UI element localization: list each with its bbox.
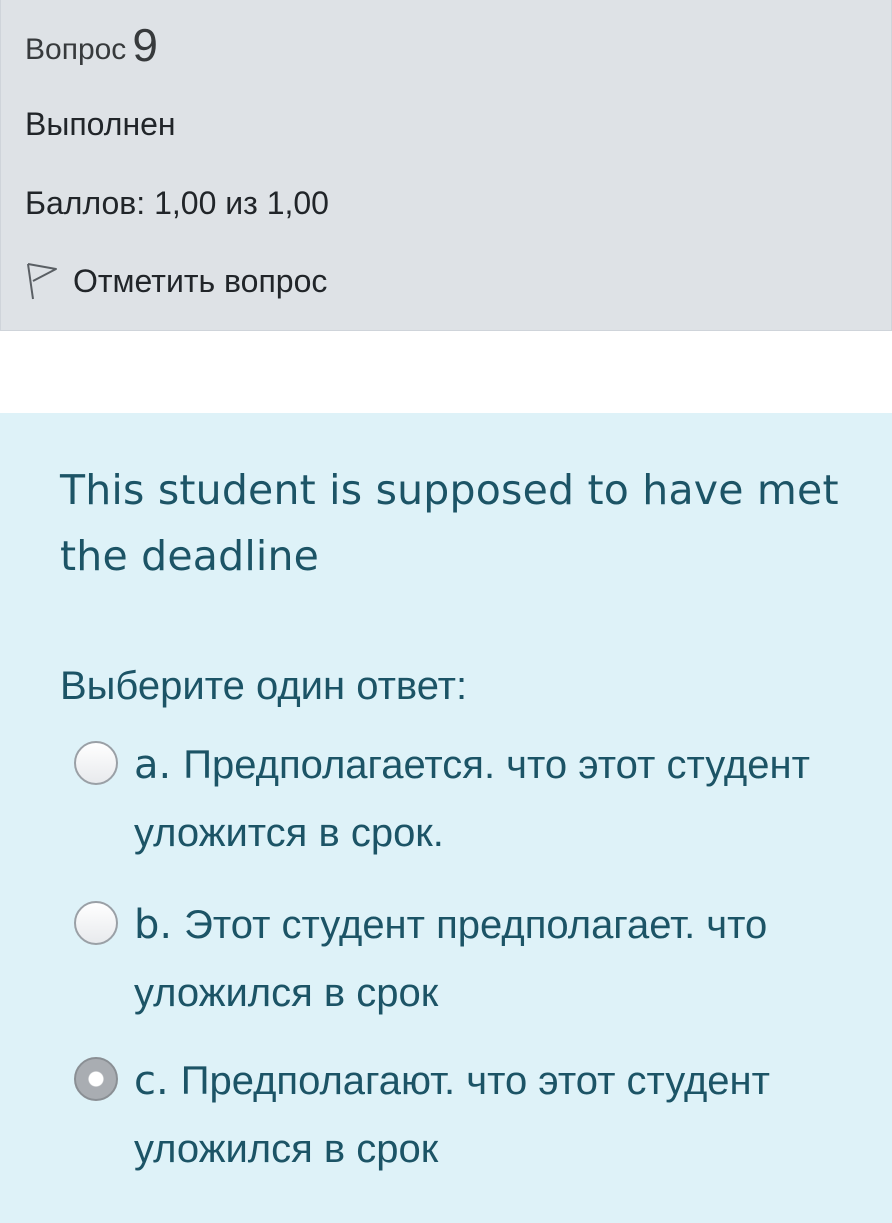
answer-label-c: c. Предполагают. что этот студент уложилс… <box>134 1047 834 1183</box>
answer-label-a: a. Предполагается. что этот студент уложи… <box>134 731 834 867</box>
question-text: This student is supposed to have met the… <box>60 466 839 580</box>
flag-question-link[interactable]: Отметить вопрос <box>25 258 327 304</box>
radio-unchecked-icon[interactable] <box>74 741 118 785</box>
question-heading: Вопрос 9 <box>25 20 158 75</box>
answer-prompt: Выберите один ответ: <box>60 664 468 708</box>
answer-text-b: Этот студент предполагает. что уложился … <box>134 903 768 1015</box>
answer-letter-b: b. <box>134 902 173 948</box>
question-number: 9 <box>132 19 158 71</box>
answer-text-a: Предполагается. что этот студент уложитс… <box>134 743 810 855</box>
radio-unchecked-icon[interactable] <box>74 901 118 945</box>
question-state: Выполнен <box>25 106 176 142</box>
question-label: Вопрос <box>25 33 127 66</box>
radio-checked-icon[interactable] <box>74 1057 118 1101</box>
question-formulation: This student is supposed to have met the… <box>0 413 892 1223</box>
flag-question-label: Отметить вопрос <box>73 262 328 299</box>
flag-icon <box>25 261 59 301</box>
answer-letter-a: a. <box>134 742 172 788</box>
question-info-panel: Вопрос 9 Выполнен Баллов: 1,00 из 1,00 От… <box>0 0 892 331</box>
question-grade: Баллов: 1,00 из 1,00 <box>25 185 329 221</box>
answer-text-c: Предполагают. что этот студент уложился … <box>134 1059 770 1171</box>
answer-label-b: b. Этот студент предполагает. что уложилс… <box>134 891 834 1027</box>
answer-letter-c: c. <box>134 1058 169 1104</box>
